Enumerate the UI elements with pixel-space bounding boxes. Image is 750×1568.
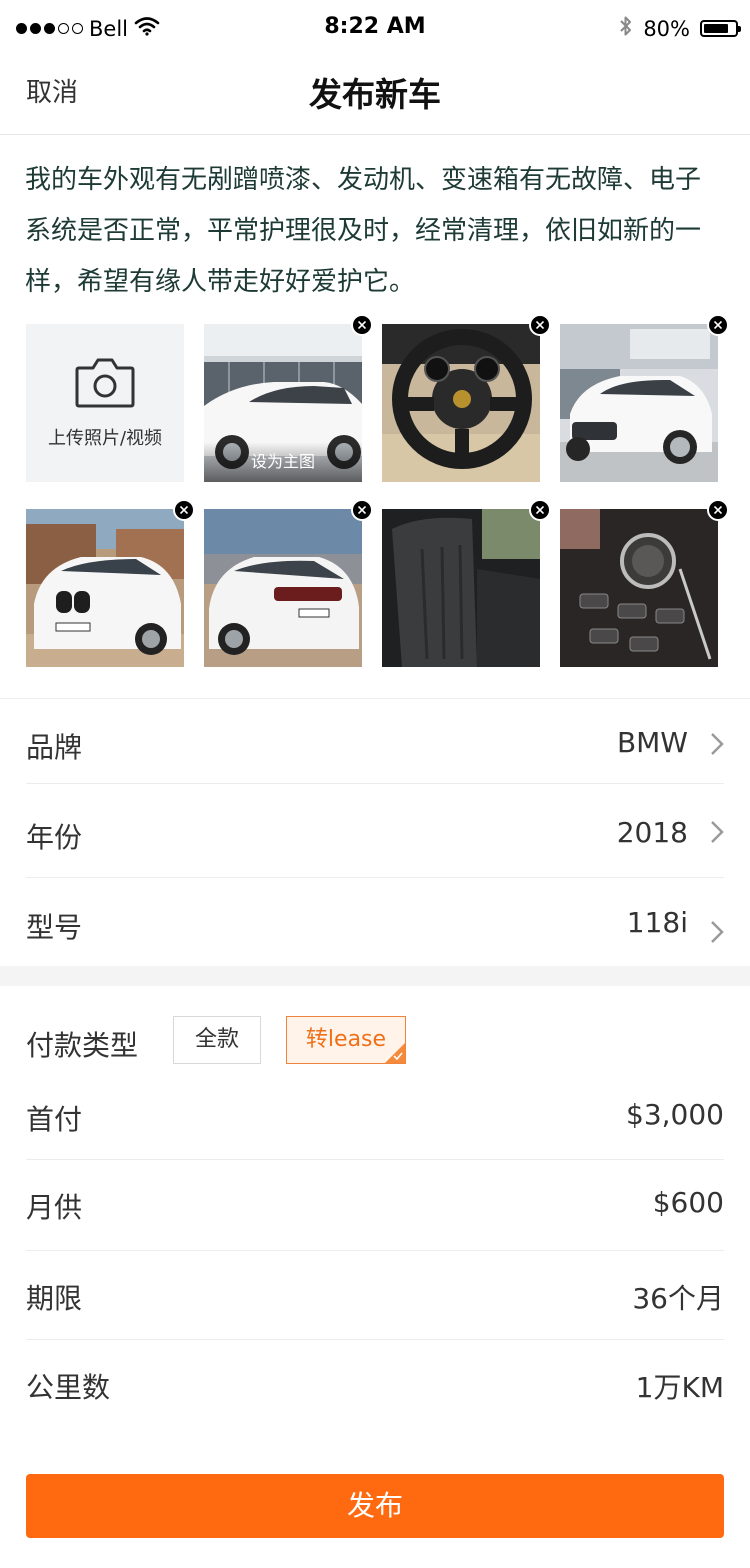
payment-option-lease-label: 转lease [305,1027,387,1052]
publish-button[interactable]: 发布 [26,1474,724,1538]
battery-icon [700,20,741,37]
down-payment-label: 首付 [26,1103,83,1136]
status-right: 80% [619,15,741,42]
set-cover-label[interactable]: 设为主图 [204,442,362,482]
cancel-button[interactable]: 取消 [26,72,78,109]
chevron-right-icon [710,732,724,760]
car-photo [560,324,718,482]
brand-row[interactable]: 品牌 BMW [26,698,724,784]
remove-photo-icon[interactable] [529,314,551,336]
chevron-right-icon [710,820,724,848]
remove-photo-icon[interactable] [529,499,551,521]
monthly-payment-row[interactable]: 月供 $600 [26,1160,724,1251]
model-value: 118i [626,906,688,939]
remove-photo-icon[interactable] [707,499,729,521]
term-value[interactable]: 36个月 [632,1277,724,1317]
photo-thumbnail[interactable] [26,499,195,667]
photo-thumbnail[interactable] [560,314,729,482]
car-photo: 设为主图 [204,324,362,482]
mileage-value[interactable]: 1万KM [636,1366,724,1406]
description-text[interactable]: 我的车外观有无剐蹭喷漆、发动机、变速箱有无故障、电子系统是否正常，平常护理很及时… [25,155,725,308]
down-payment-row[interactable]: 首付 $3,000 [26,1070,724,1160]
monthly-payment-value[interactable]: $600 [653,1186,724,1219]
section-gap [0,966,750,986]
down-payment-value[interactable]: $3,000 [626,1098,724,1131]
photo-thumbnail[interactable] [382,499,551,667]
battery-percent: 80% [643,16,690,41]
checkmark-icon [393,1052,403,1060]
term-label: 期限 [26,1282,83,1315]
upload-label: 上传照片/视频 [47,428,163,449]
nav-bar: 取消 发布新车 [0,58,750,135]
car-photo [26,509,184,667]
photo-thumbnail[interactable] [560,499,729,667]
payment-option-lease[interactable]: 转lease [286,1016,406,1064]
payment-option-full[interactable]: 全款 [173,1016,261,1064]
photo-thumbnail[interactable] [382,314,551,482]
brand-value: BMW [616,726,688,759]
car-photo [382,324,540,482]
chevron-right-icon [710,920,724,948]
payment-type-row: 付款类型 全款 转lease [26,1016,724,1066]
car-photo [382,509,540,667]
page-title: 发布新车 [309,75,441,114]
year-label: 年份 [26,821,83,854]
term-row[interactable]: 期限 36个月 [26,1251,724,1340]
remove-photo-icon[interactable] [351,314,373,336]
model-label: 型号 [26,911,83,944]
model-row[interactable]: 型号 118i [26,878,724,966]
brand-label: 品牌 [26,731,83,764]
photo-thumbnail[interactable]: 设为主图 [204,314,373,482]
year-value: 2018 [616,816,688,849]
mileage-label: 公里数 [26,1371,111,1404]
car-photo [204,509,362,667]
status-bar: Bell 8:22 AM 80% [0,0,750,58]
bluetooth-icon [619,15,633,42]
remove-photo-icon[interactable] [707,314,729,336]
camera-icon [75,354,135,412]
photo-thumbnail[interactable] [204,499,373,667]
car-photo [560,509,718,667]
monthly-payment-label: 月供 [26,1191,83,1224]
mileage-row[interactable]: 公里数 1万KM [26,1340,724,1430]
payment-type-label: 付款类型 [26,1029,139,1062]
upload-photo-button[interactable]: 上传照片/视频 [26,324,184,482]
remove-photo-icon[interactable] [351,499,373,521]
year-row[interactable]: 年份 2018 [26,784,724,878]
remove-photo-icon[interactable] [173,499,195,521]
